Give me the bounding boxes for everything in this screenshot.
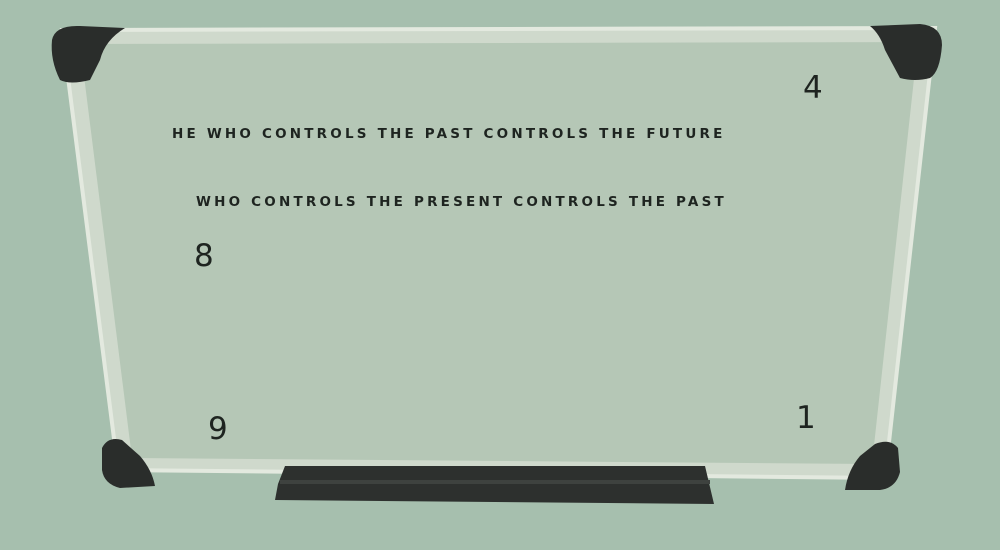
marker-tray — [275, 466, 714, 504]
quote-line-2: WHO CONTROLS THE PRESENT CONTROLS THE PA… — [196, 194, 727, 210]
whiteboard — [51, 24, 942, 504]
number-bottom-left: 9 — [208, 411, 228, 447]
number-left: 8 — [194, 238, 214, 274]
number-top-right: 4 — [803, 70, 823, 106]
marker-tray-lip — [280, 480, 710, 484]
number-bottom-right: 1 — [796, 400, 816, 436]
quote-line-1: HE WHO CONTROLS THE PAST CONTROLS THE FU… — [172, 126, 726, 142]
